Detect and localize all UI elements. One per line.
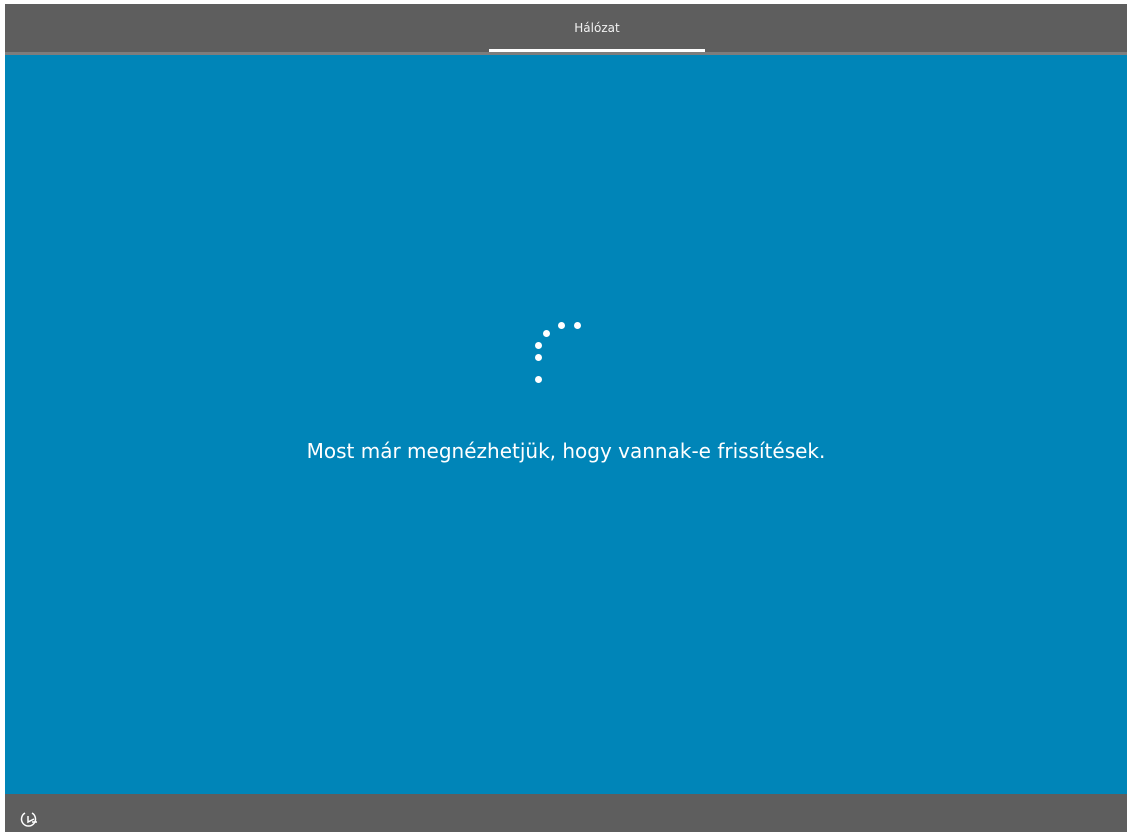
top-bar: Hálózat — [5, 4, 1127, 52]
tab-network-label: Hálózat — [574, 21, 620, 35]
bottom-bar — [5, 794, 1127, 832]
spinner-dot — [535, 376, 542, 383]
top-bar-divider — [5, 52, 1127, 55]
ease-of-access-icon — [20, 812, 37, 827]
spinner-dot — [543, 330, 550, 337]
setup-screen: Hálózat Most már megnézhetjük, hogy vann… — [5, 4, 1127, 832]
status-message: Most már megnézhetjük, hogy vannak-e fri… — [306, 439, 826, 463]
ease-of-access-button[interactable] — [19, 810, 41, 830]
spinner-dot — [558, 322, 565, 329]
tab-network: Hálózat — [489, 4, 705, 55]
loading-spinner-icon — [525, 310, 595, 390]
spinner-dot — [535, 354, 542, 361]
spinner-dot — [535, 342, 542, 349]
spinner-dot — [574, 322, 581, 329]
